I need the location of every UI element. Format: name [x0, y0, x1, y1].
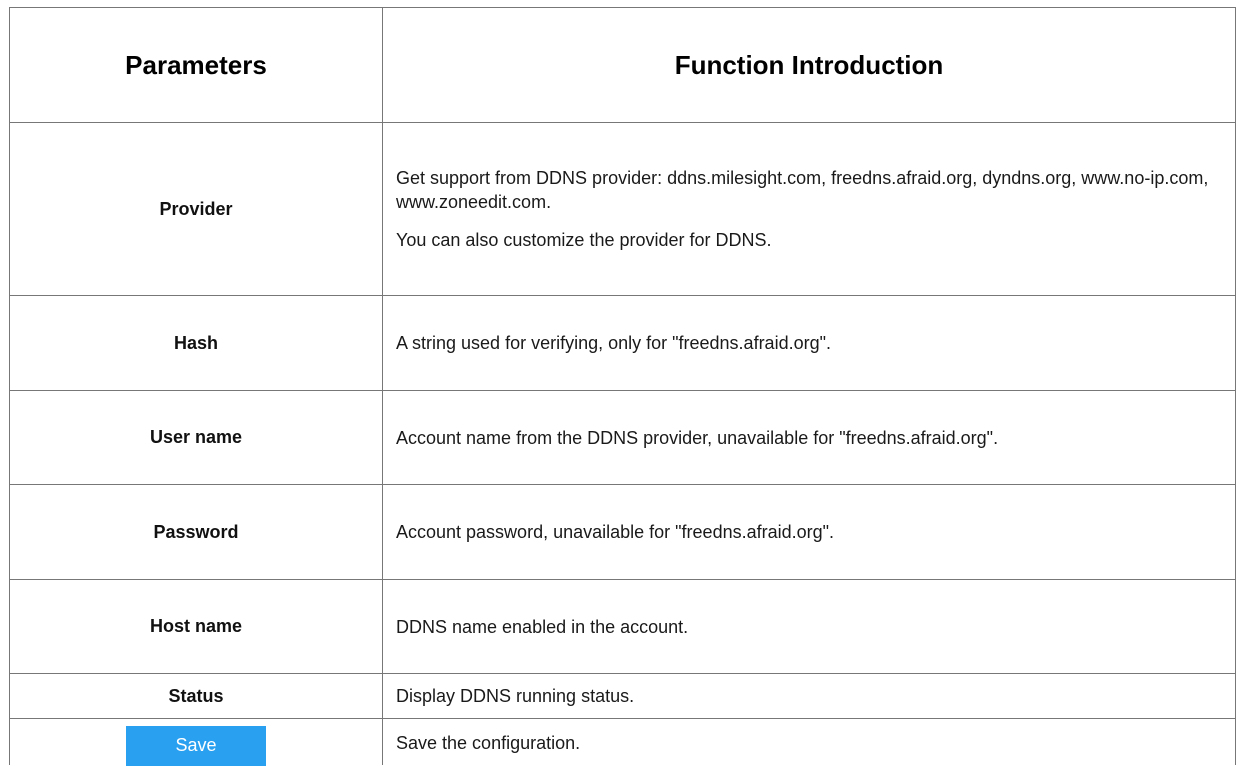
desc-provider-line-2: You can also customize the provider for …: [396, 230, 772, 250]
desc-hash: A string used for verifying, only for "f…: [396, 296, 1223, 390]
table-row: Password Account password, unavailable f…: [10, 485, 1235, 580]
desc-provider: Get support from DDNS provider: ddns.mil…: [396, 123, 1223, 295]
table-row: Hash A string used for verifying, only f…: [10, 296, 1235, 391]
desc-provider-line-1: Get support from DDNS provider: ddns.mil…: [396, 168, 1209, 212]
desc-password: Account password, unavailable for "freed…: [396, 485, 1223, 579]
desc-hash-line-1: A string used for verifying, only for "f…: [396, 333, 831, 353]
desc-status: Display DDNS running status.: [396, 674, 1223, 718]
table-row: User name Account name from the DDNS pro…: [10, 391, 1235, 485]
table-header-row: Parameters Function Introduction: [10, 8, 1235, 123]
param-save: Save: [10, 719, 382, 766]
table-row: Save Save the configuration.: [10, 719, 1235, 766]
parameters-table: Parameters Function Introduction Provide…: [9, 7, 1236, 766]
desc-host-name: DDNS name enabled in the account.: [396, 580, 1223, 673]
table-row: Status Display DDNS running status.: [10, 674, 1235, 719]
param-provider: Provider: [159, 198, 233, 219]
desc-status-line-1: Display DDNS running status.: [396, 686, 635, 706]
param-status: Status: [168, 685, 224, 706]
desc-password-line-1: Account password, unavailable for "freed…: [396, 522, 835, 542]
param-host-name: Host name: [149, 616, 243, 636]
param-hash: Hash: [173, 332, 218, 353]
desc-save: Save the configuration.: [396, 719, 1223, 766]
param-password: Password: [153, 521, 239, 542]
desc-user-name-line-1: Account name from the DDNS provider, una…: [396, 427, 999, 448]
table-row: Provider Get support from DDNS provider:…: [10, 123, 1235, 296]
desc-save-line-1: Save the configuration.: [396, 733, 581, 753]
header-parameters: Parameters: [125, 49, 267, 80]
save-button[interactable]: Save: [126, 725, 266, 766]
desc-host-name-line-1: DDNS name enabled in the account.: [396, 616, 689, 637]
header-function-introduction: Function Introduction: [674, 50, 944, 80]
desc-user-name: Account name from the DDNS provider, una…: [396, 391, 1223, 484]
table-row: Host name DDNS name enabled in the accou…: [10, 580, 1235, 674]
param-user-name: User name: [149, 427, 243, 447]
